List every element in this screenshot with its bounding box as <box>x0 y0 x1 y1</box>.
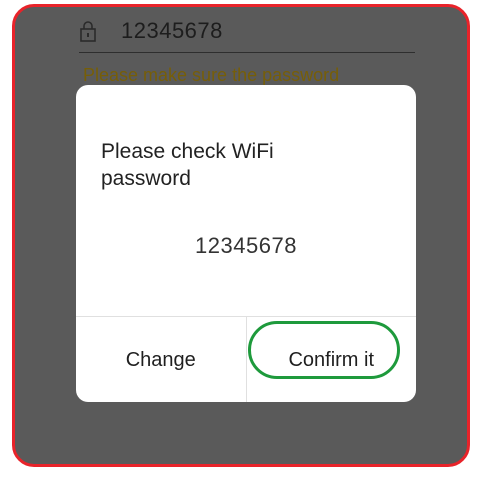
change-button[interactable]: Change <box>76 317 246 402</box>
lock-icon <box>80 21 96 42</box>
password-hint-text: Please make sure the password <box>83 65 340 85</box>
check-password-dialog: Please check WiFi password 12345678 Chan… <box>76 85 416 402</box>
password-field-value: 12345678 <box>121 18 223 43</box>
screenshot-frame: 12345678 Please make sure the password P… <box>12 4 470 467</box>
dialog-password-value: 12345678 <box>195 233 297 258</box>
dialog-title: Please check WiFi password <box>101 140 274 190</box>
password-field-underline <box>79 52 415 53</box>
dialog-button-row: Change Confirm it <box>76 316 416 402</box>
password-field-row: 12345678 <box>79 13 409 49</box>
confirm-button[interactable]: Confirm it <box>247 317 417 402</box>
